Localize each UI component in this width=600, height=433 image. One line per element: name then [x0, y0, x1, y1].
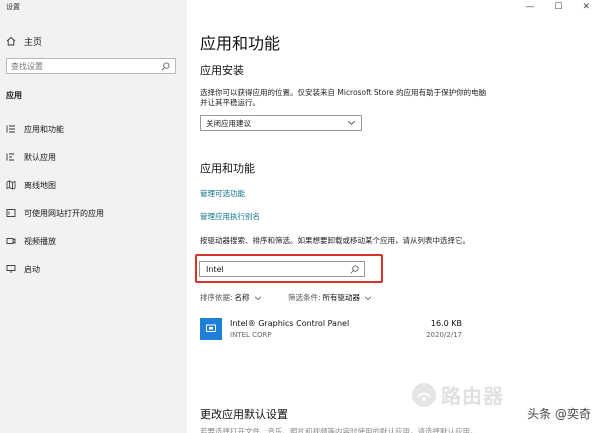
sidebar-item-label: 视频播放 — [24, 236, 56, 246]
settings-search-input[interactable]: 查找设置 — [6, 58, 176, 74]
app-list-item[interactable]: Intel® Graphics Control Panel INTEL CORP… — [200, 316, 462, 346]
chevron-down-icon — [348, 120, 355, 125]
sidebar-item-label: 默认应用 — [24, 152, 56, 162]
filter-label: 筛选条件: — [288, 293, 321, 302]
defaults-heading: 更改应用默认设置 — [200, 408, 288, 421]
search-icon — [161, 62, 170, 71]
sidebar-item-offline-maps[interactable]: 离线地图 — [6, 178, 56, 192]
install-description: 选择你可以获得应用的位置。仅安装来自 Microsoft Store 的应用有助… — [200, 88, 487, 107]
sidebar-item-website-apps[interactable]: 可使用网站打开的应用 — [6, 206, 104, 220]
website-apps-icon — [6, 208, 16, 218]
default-apps-icon — [6, 152, 16, 162]
main-content: — ☐ ✕ 应用和功能 应用安装 选择你可以获得应用的位置。仅安装来自 Micr… — [187, 0, 600, 433]
settings-search-placeholder: 查找设置 — [11, 61, 43, 71]
home-icon — [6, 36, 16, 46]
apps-list-icon — [6, 124, 16, 134]
app-search-value: Intel — [206, 264, 224, 274]
window-controls: — ☐ ✕ — [525, 2, 590, 12]
intel-graphics-app-icon — [200, 318, 222, 340]
watermark-text: 路由器 — [441, 384, 504, 408]
filter-value: 所有驱动器 — [322, 293, 361, 302]
app-install-dropdown-value: 关闭应用建议 — [206, 118, 251, 128]
sidebar-item-label: 启动 — [24, 264, 40, 274]
manage-optional-features-link[interactable]: 管理可选功能 — [200, 188, 245, 199]
app-size: 16.0 KB — [430, 319, 462, 328]
close-button[interactable]: ✕ — [582, 2, 590, 12]
window-title: 设置 — [6, 3, 20, 11]
router-watermark-icon — [412, 382, 436, 407]
sidebar: 设置 主页 查找设置 应用 应用和功能 默认应用 离线地图 可使用网站打开的应用… — [0, 0, 187, 433]
sidebar-item-startup[interactable]: 启动 — [6, 262, 40, 276]
sidebar-item-video-playback[interactable]: 视频播放 — [6, 234, 56, 248]
manage-app-alias-link[interactable]: 管理应用执行别名 — [200, 211, 260, 222]
sidebar-item-label: 离线地图 — [24, 180, 56, 190]
app-date: 2020/2/17 — [426, 331, 462, 339]
apps-heading: 应用和功能 — [200, 162, 255, 175]
video-playback-icon — [6, 236, 16, 246]
sidebar-home[interactable]: 主页 — [6, 34, 42, 48]
filter-dropdown[interactable]: 筛选条件: 所有驱动器 — [288, 292, 372, 303]
sort-label: 排序依据: — [200, 293, 233, 302]
sidebar-item-label: 可使用网站打开的应用 — [24, 208, 104, 218]
app-search-input[interactable]: Intel — [199, 261, 365, 277]
apps-description: 按驱动器搜索、排序和筛选。如果想要卸载或移动某个应用，请从列表中选择它。 — [200, 236, 470, 245]
defaults-description: 若要选择打开文件、音乐、照片和视频等内容时使用的默认应用，请选择默认应用。 — [200, 427, 478, 433]
sidebar-section-title: 应用 — [6, 91, 22, 100]
maximize-button[interactable]: ☐ — [554, 2, 562, 12]
sidebar-item-default-apps[interactable]: 默认应用 — [6, 150, 56, 164]
offline-maps-icon — [6, 180, 16, 190]
sort-value: 名称 — [234, 293, 250, 302]
sort-dropdown[interactable]: 排序依据: 名称 — [200, 292, 262, 303]
watermark: 路由器 — [411, 380, 504, 409]
sidebar-home-label: 主页 — [24, 37, 43, 48]
page-title: 应用和功能 — [200, 34, 281, 53]
startup-icon — [6, 264, 16, 274]
install-heading: 应用安装 — [200, 64, 244, 77]
app-install-dropdown[interactable]: 关闭应用建议 — [200, 115, 362, 131]
minimize-button[interactable]: — — [525, 2, 534, 12]
app-name: Intel® Graphics Control Panel — [230, 319, 350, 328]
chevron-down-icon — [364, 296, 372, 300]
sidebar-item-apps-features[interactable]: 应用和功能 — [6, 122, 64, 136]
app-publisher: INTEL CORP — [230, 331, 272, 339]
chevron-down-icon — [254, 296, 261, 300]
brand-watermark: 头条 @奕奇 — [524, 404, 594, 423]
sidebar-item-label: 应用和功能 — [24, 124, 64, 134]
search-icon — [350, 265, 359, 274]
